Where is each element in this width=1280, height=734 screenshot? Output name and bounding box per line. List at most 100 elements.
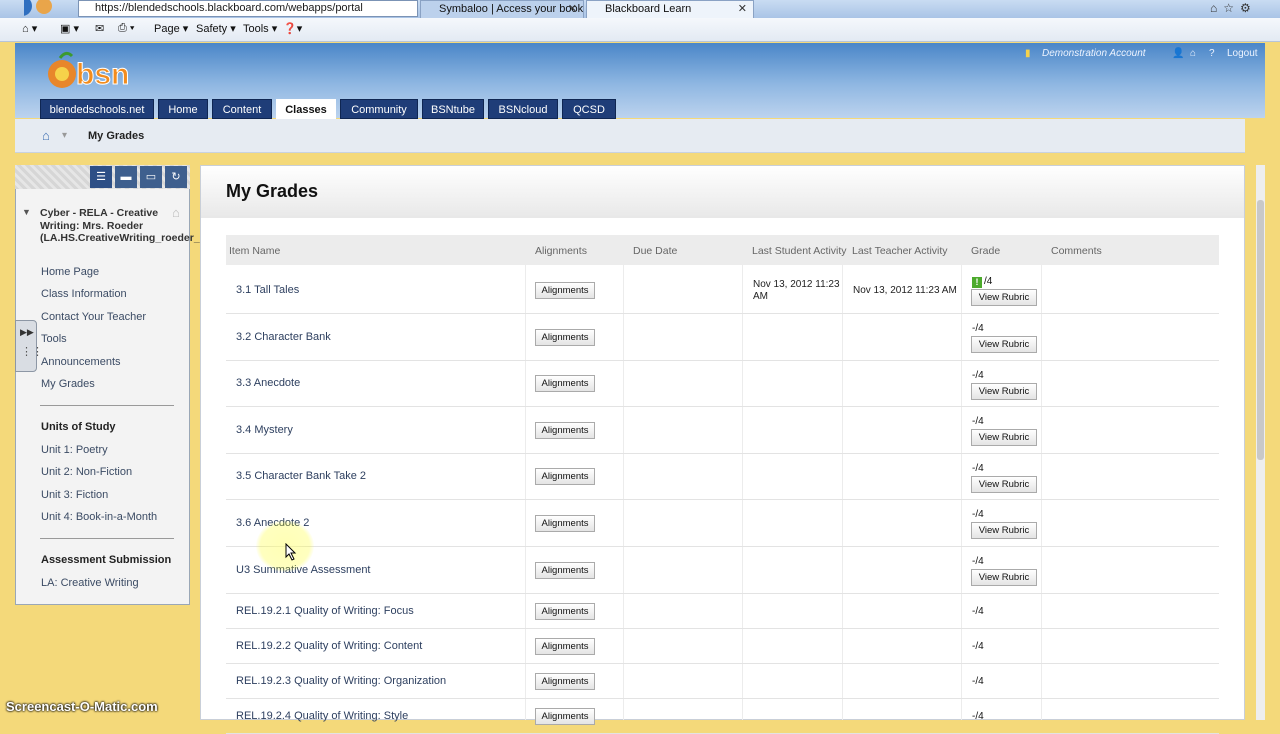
home-icon[interactable]: ⌂ [1190,48,1196,59]
alignments-button[interactable]: Alignments [535,672,595,690]
home-icon[interactable]: ⌂ ▾ [22,22,37,35]
view-rubric-button[interactable]: View Rubric [971,383,1037,400]
item-name-link[interactable]: 3.4 Mystery [236,424,293,436]
item-name-link[interactable]: 3.3 Anecdote [236,377,300,389]
column-last-teacher-activity[interactable]: Last Teacher Activity [852,245,948,257]
collapse-arrow-icon[interactable]: ▼ [22,207,31,217]
mail-icon[interactable]: ✉ [95,22,104,35]
grade-value: -/4 [972,556,984,567]
tab-bsntube[interactable]: BSNtube [422,99,484,119]
back-forward-icon[interactable] [24,0,74,16]
print-icon[interactable]: ⎙ ▾ [118,22,134,35]
bsn-logo[interactable]: bsn [44,50,154,92]
close-icon[interactable]: ✕ [738,1,747,17]
logout-link[interactable]: Logout [1227,48,1258,59]
alignments-button[interactable]: Alignments [535,637,595,655]
section-title-units: Units of Study [41,421,116,433]
sidebar-item-unit-2[interactable]: Unit 2: Non-Fiction [41,466,132,478]
page-title: My Grades [226,181,319,201]
table-row [226,454,1219,500]
sidebar-item-class-information[interactable]: Class Information [41,288,127,300]
tab-home[interactable]: Home [158,99,208,119]
item-name-link[interactable]: 3.2 Character Bank [236,331,331,343]
view-rubric-button[interactable]: View Rubric [971,336,1037,353]
table-row [226,361,1219,407]
item-name-link[interactable]: REL.19.2.1 Quality of Writing: Focus [236,605,414,617]
tab-content[interactable]: Content [212,99,272,119]
sidebar-item-unit-1[interactable]: Unit 1: Poetry [41,444,108,456]
column-comments[interactable]: Comments [1051,245,1102,257]
alignments-button[interactable]: Alignments [535,602,595,620]
tab-classes[interactable]: Classes [276,99,336,119]
sidebar-item-unit-3[interactable]: Unit 3: Fiction [41,489,108,501]
alignments-button[interactable]: Alignments [535,421,595,439]
sidebar-item-tools[interactable]: Tools [41,333,67,345]
tab-community[interactable]: Community [340,99,418,119]
item-name-link[interactable]: REL.19.2.3 Quality of Writing: Organizat… [236,675,446,687]
safety-menu[interactable]: Safety ▾ [196,22,236,35]
list-view-icon[interactable]: ☰ [90,166,112,188]
tab-label: Symbaloo | Access your book... [439,3,584,15]
column-item-name[interactable]: Item Name [229,245,280,257]
column-grade[interactable]: Grade [971,245,1000,257]
help-menu[interactable]: ❓▾ [283,22,302,35]
grade-value: /4 [984,276,993,287]
table-row [226,500,1219,547]
column-due-date[interactable]: Due Date [633,245,677,257]
view-rubric-button[interactable]: View Rubric [971,289,1037,306]
alignments-button[interactable]: Alignments [535,561,595,579]
alignments-button[interactable]: Alignments [535,375,595,392]
scrollbar-thumb[interactable] [1257,200,1264,460]
browser-tab-blackboard[interactable]: Blackboard Learn ✕ [586,0,754,18]
tab-bsncloud[interactable]: BSNcloud [488,99,558,119]
alignments-button[interactable]: Alignments [535,707,595,725]
watermark: Screencast-O-Matic.com [6,699,158,714]
grip-icon: ⋮⋮ [21,346,43,358]
course-title[interactable]: Cyber - RELA - Creative Writing: Mrs. Ro… [40,207,281,245]
tools-menu[interactable]: Tools ▾ [243,22,277,35]
sidebar-toggle-handle[interactable]: ▶▶ ⋮⋮ [15,320,43,372]
sidebar-item-unit-4[interactable]: Unit 4: Book-in-a-Month [41,511,157,523]
alignments-button[interactable]: Alignments [535,468,595,485]
sidebar-item-announcements[interactable]: Announcements [41,356,121,368]
account-name[interactable]: Demonstration Account [1042,48,1146,59]
item-name-link[interactable]: 3.5 Character Bank Take 2 [236,470,366,482]
tab-blendedschools[interactable]: blendedschools.net [40,99,154,119]
window-icon[interactable]: ▭ [140,166,162,188]
alignments-button[interactable]: Alignments [535,281,595,299]
sidebar-item-la-creative-writing[interactable]: LA: Creative Writing [41,577,139,589]
column-last-student-activity[interactable]: Last Student Activity [752,245,847,257]
item-name-link[interactable]: 3.1 Tall Tales [236,284,299,296]
feeds-icon[interactable]: ▣ ▾ [60,22,79,35]
expand-icon: ▶▶ [20,327,34,337]
sidebar-item-contact-teacher[interactable]: Contact Your Teacher [41,311,146,323]
chevron-down-icon[interactable]: ▾ [62,130,67,141]
sidebar-item-my-grades[interactable]: My Grades [41,378,95,390]
tab-qcsd[interactable]: QCSD [562,99,616,119]
alignments-button[interactable]: Alignments [535,328,595,346]
section-title-assessment: Assessment Submission [41,554,172,566]
home-icon[interactable]: ⌂ [42,128,50,143]
needs-grading-icon: ! [972,277,982,288]
close-icon[interactable]: ✕ [568,1,577,17]
view-rubric-button[interactable]: View Rubric [971,569,1037,586]
address-bar[interactable]: https://blendedschools.blackboard.com/we… [78,0,418,17]
item-name-link[interactable]: REL.19.2.2 Quality of Writing: Content [236,640,422,652]
user-icon[interactable]: 👤 [1172,48,1184,59]
address-text: https://blendedschools.blackboard.com/we… [95,2,363,14]
view-rubric-button[interactable]: View Rubric [971,476,1037,493]
page-menu[interactable]: Page ▾ [154,22,188,35]
last-teacher-activity: Nov 13, 2012 11:23 AM [853,285,957,296]
column-alignments[interactable]: Alignments [535,245,587,257]
browser-controls[interactable]: ⌂☆⚙ [1210,0,1280,18]
view-rubric-button[interactable]: View Rubric [971,429,1037,446]
refresh-icon[interactable]: ↻ [165,166,187,188]
lamp-icon: ▮ [1025,48,1031,59]
sidebar-item-home-page[interactable]: Home Page [41,266,99,278]
view-rubric-button[interactable]: View Rubric [971,522,1037,539]
folder-view-icon[interactable]: ▬ [115,166,137,188]
browser-tab-symbaloo[interactable]: Symbaloo | Access your book... ✕ [420,0,584,18]
help-icon[interactable]: ? [1209,48,1215,59]
alignments-button[interactable]: Alignments [535,514,595,532]
account-area: ▮ Demonstration Account 👤 ⌂ ? Logout [1025,48,1263,64]
